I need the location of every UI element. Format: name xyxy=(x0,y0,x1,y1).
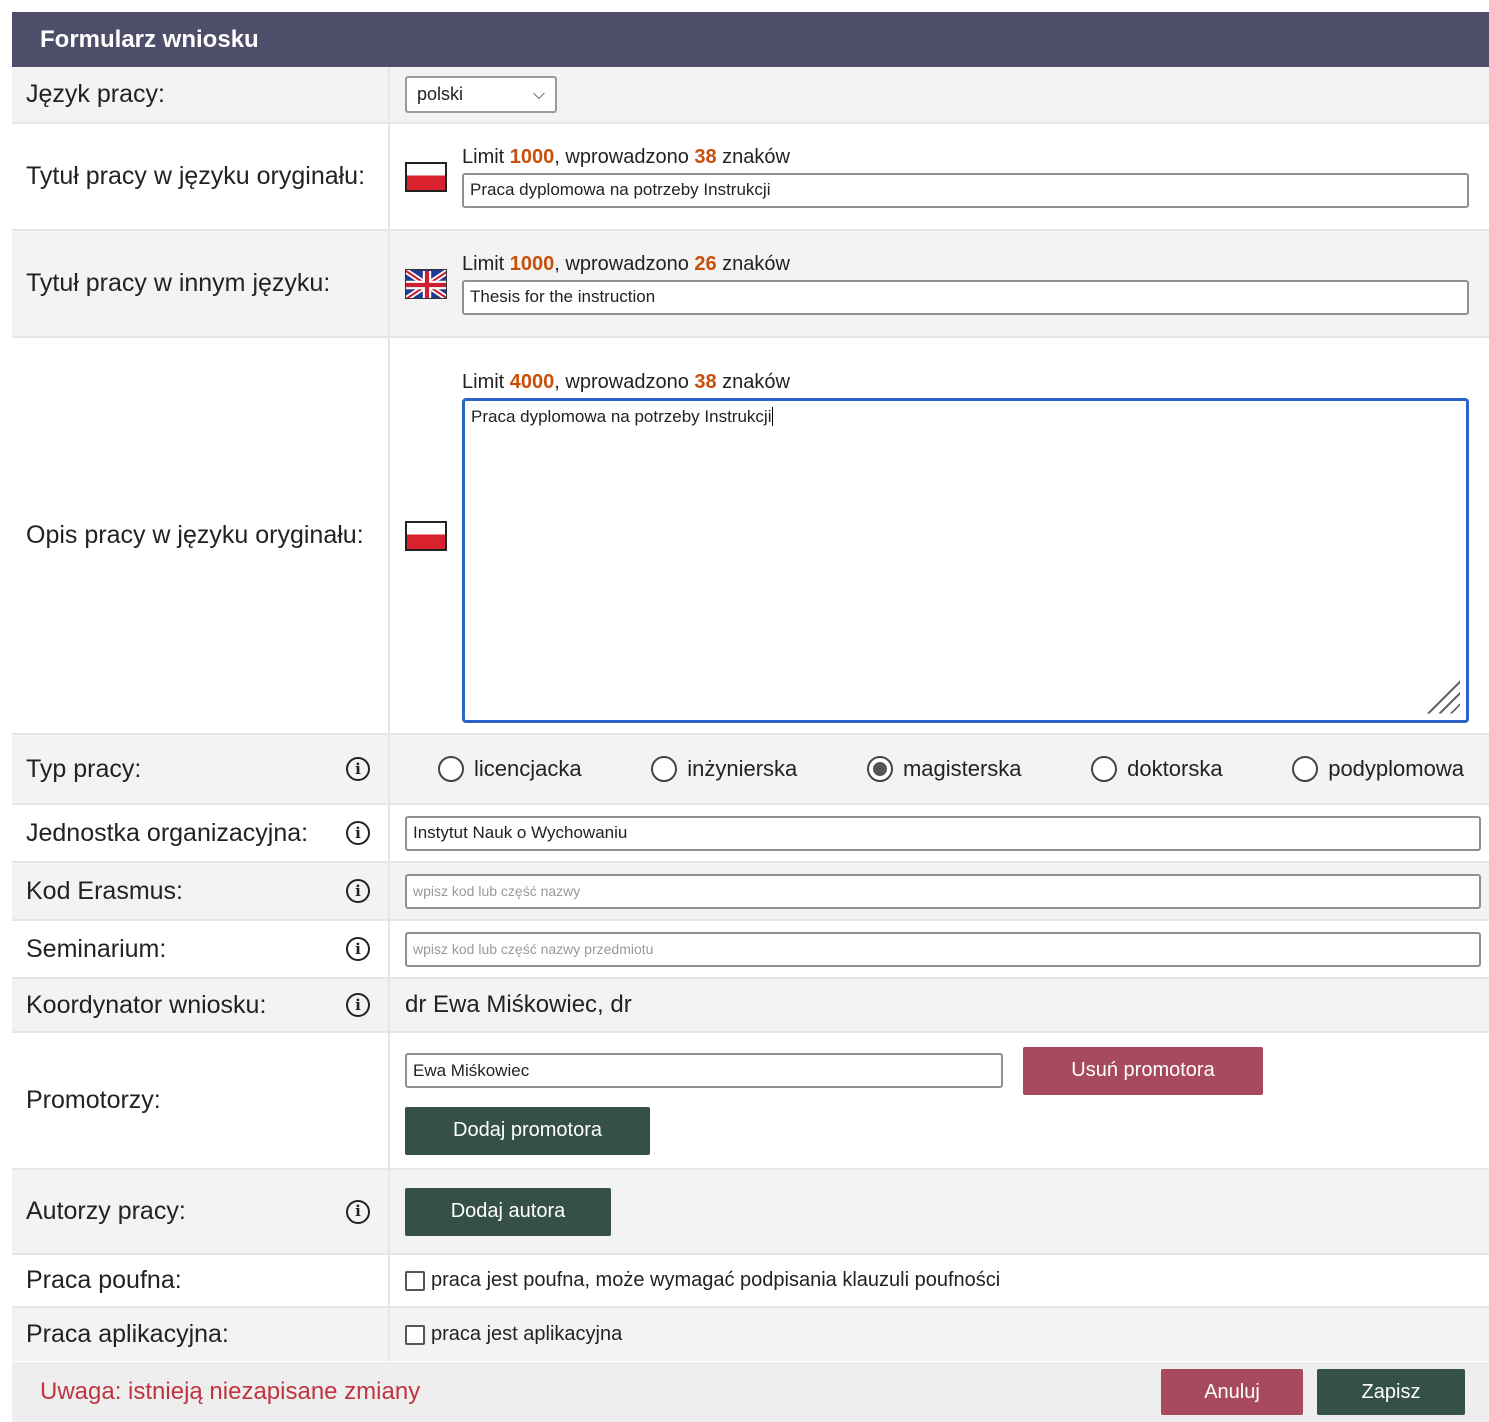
thesis-type-label: Typ pracy: xyxy=(26,754,142,783)
row-thesis-type: Typ pracy: i licencjacka inżynierska mag… xyxy=(12,735,1489,805)
title-original-label: Tytuł pracy w języku oryginału: xyxy=(12,124,390,229)
radio-podyplomowa[interactable]: podyplomowa xyxy=(1292,756,1464,782)
description-label: Opis pracy w języku oryginału: xyxy=(12,338,390,733)
seminar-input[interactable]: wpisz kod lub część nazwy przedmiotu xyxy=(405,931,1481,967)
supervisor-input[interactable]: Ewa Miśkowiec xyxy=(405,1053,1003,1088)
info-icon[interactable]: i xyxy=(346,1199,370,1224)
title-original-input[interactable]: Praca dyplomowa na potrzeby Instrukcji xyxy=(462,172,1469,208)
info-icon[interactable]: i xyxy=(346,937,370,961)
confidential-checkbox[interactable] xyxy=(405,1270,425,1291)
language-select[interactable]: polski ⌵ xyxy=(405,76,557,113)
title-original-limit: Limit 1000, wprowadzono 38 znaków xyxy=(462,145,790,168)
applied-checkbox-label: praca jest aplikacyjna xyxy=(431,1323,623,1345)
description-limit: Limit 4000, wprowadzono 38 znaków xyxy=(462,370,790,393)
resize-handle-icon[interactable] xyxy=(1422,675,1460,714)
polish-flag-icon xyxy=(405,161,447,192)
row-coordinator: Koordynator wniosku: i dr Ewa Miśkowiec,… xyxy=(12,979,1489,1033)
coordinator-value: dr Ewa Miśkowiec, dr xyxy=(405,991,632,1018)
polish-flag-icon xyxy=(405,520,447,551)
title-other-label: Tytuł pracy w innym języku: xyxy=(12,231,390,336)
supervisors-label: Promotorzy: xyxy=(26,1086,161,1114)
chevron-down-icon: ⌵ xyxy=(532,85,545,103)
coordinator-label: Koordynator wniosku: xyxy=(26,990,267,1019)
row-title-other: Tytuł pracy w innym języku: Limit 1000, … xyxy=(12,231,1489,338)
applied-checkbox[interactable] xyxy=(405,1324,425,1345)
save-button[interactable]: Zapisz xyxy=(1317,1369,1465,1415)
row-confidential: Praca poufna: praca jest poufna, może wy… xyxy=(12,1255,1489,1308)
applied-label: Praca aplikacyjna: xyxy=(26,1320,229,1348)
unit-input[interactable]: Instytut Nauk o Wychowaniu xyxy=(405,815,1481,851)
erasmus-label: Kod Erasmus: xyxy=(26,876,184,905)
remove-supervisor-button[interactable]: Usuń promotora xyxy=(1023,1046,1263,1095)
radio-magisterska[interactable]: magisterska xyxy=(866,756,1022,782)
radio-licencjacka[interactable]: licencjacka xyxy=(438,756,582,782)
form-footer: Uwaga: istnieją niezapisane zmiany Anulu… xyxy=(12,1362,1489,1422)
confidential-checkbox-label: praca jest poufna, może wymagać podpisan… xyxy=(431,1269,1001,1291)
radio-doktorska[interactable]: doktorska xyxy=(1091,756,1223,782)
add-author-button[interactable]: Dodaj autora xyxy=(405,1187,611,1236)
info-icon[interactable]: i xyxy=(346,821,370,845)
radio-inzynierska[interactable]: inżynierska xyxy=(651,756,797,782)
seminar-label: Seminarium: xyxy=(26,934,167,963)
row-language: Język pracy: polski ⌵ xyxy=(12,67,1489,124)
row-applied: Praca aplikacyjna: praca jest aplikacyjn… xyxy=(12,1308,1489,1361)
unit-label: Jednostka organizacyjna: xyxy=(26,818,309,847)
description-textarea[interactable]: Praca dyplomowa na potrzeby Instrukcji xyxy=(462,397,1469,723)
info-icon[interactable]: i xyxy=(346,879,370,903)
row-erasmus: Kod Erasmus: i wpisz kod lub część nazwy xyxy=(12,863,1489,921)
info-icon[interactable]: i xyxy=(346,757,370,781)
language-label: Język pracy: xyxy=(12,67,390,122)
cancel-button[interactable]: Anuluj xyxy=(1161,1369,1303,1415)
language-select-value: polski xyxy=(417,84,464,104)
thesis-type-radio-group: licencjacka inżynierska magisterska dokt… xyxy=(405,756,1489,782)
form-header: Formularz wniosku xyxy=(12,12,1489,67)
erasmus-input[interactable]: wpisz kod lub część nazwy xyxy=(405,873,1481,909)
confidential-label: Praca poufna: xyxy=(26,1266,182,1294)
add-supervisor-button[interactable]: Dodaj promotora xyxy=(405,1106,650,1155)
title-other-input[interactable]: Thesis for the instruction xyxy=(462,279,1469,315)
uk-flag-icon xyxy=(405,268,447,299)
unsaved-changes-warning: Uwaga: istnieją niezapisane zmiany xyxy=(40,1378,421,1405)
row-unit: Jednostka organizacyjna: i Instytut Nauk… xyxy=(12,805,1489,863)
row-authors: Autorzy pracy: i Dodaj autora xyxy=(12,1170,1489,1255)
row-seminar: Seminarium: i wpisz kod lub część nazwy … xyxy=(12,921,1489,979)
row-title-original: Tytuł pracy w języku oryginału: Limit 10… xyxy=(12,124,1489,231)
title-other-limit: Limit 1000, wprowadzono 26 znaków xyxy=(462,252,790,275)
authors-label: Autorzy pracy: xyxy=(26,1197,186,1225)
application-form: Formularz wniosku Język pracy: polski ⌵ … xyxy=(12,12,1489,1422)
info-icon[interactable]: i xyxy=(346,993,370,1017)
row-description: Opis pracy w języku oryginału: Limit 400… xyxy=(12,338,1489,735)
row-supervisors: Promotorzy: Ewa Miśkowiec Usuń promotora… xyxy=(12,1033,1489,1170)
